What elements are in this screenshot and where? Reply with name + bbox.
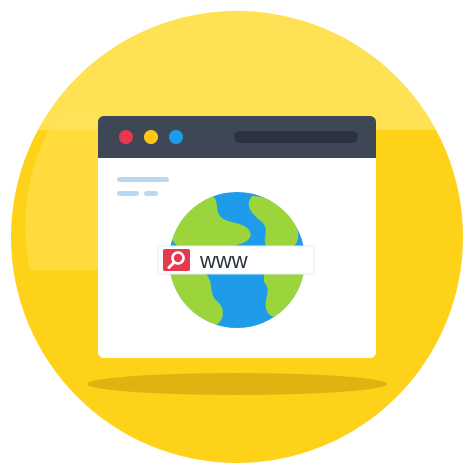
sidebar-line-2	[117, 191, 139, 196]
address-bar	[234, 131, 358, 143]
web-browser-globe-search-icon: www	[11, 11, 463, 463]
ground-shadow	[87, 373, 387, 395]
sidebar-line-1	[117, 177, 169, 182]
maximize-dot-icon	[169, 130, 183, 144]
close-dot-icon	[119, 130, 133, 144]
minimize-dot-icon	[144, 130, 158, 144]
search-bar: www	[157, 245, 315, 275]
sidebar-line-3	[144, 191, 158, 196]
web-browser-icon: www	[0, 0, 474, 474]
search-text: www	[199, 248, 248, 273]
